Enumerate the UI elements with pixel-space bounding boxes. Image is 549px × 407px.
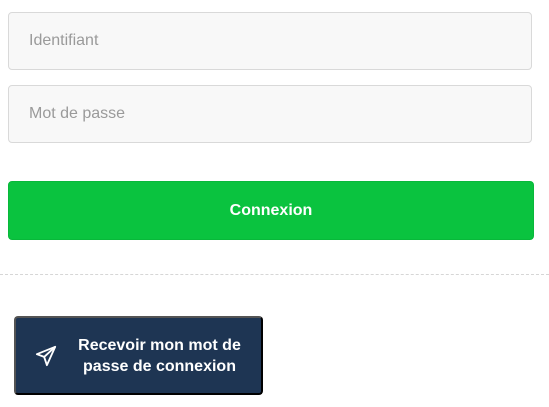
receive-password-label: Recevoir mon mot de passe de connexion bbox=[78, 336, 241, 375]
paper-plane-icon bbox=[34, 344, 58, 368]
receive-password-button[interactable]: Recevoir mon mot de passe de connexion bbox=[14, 316, 263, 395]
username-input[interactable] bbox=[8, 12, 532, 70]
password-input[interactable] bbox=[8, 85, 532, 143]
dashed-divider bbox=[0, 274, 549, 275]
login-page: Connexion Recevoir mon mot de passe de c… bbox=[0, 0, 549, 407]
login-button[interactable]: Connexion bbox=[8, 181, 534, 240]
